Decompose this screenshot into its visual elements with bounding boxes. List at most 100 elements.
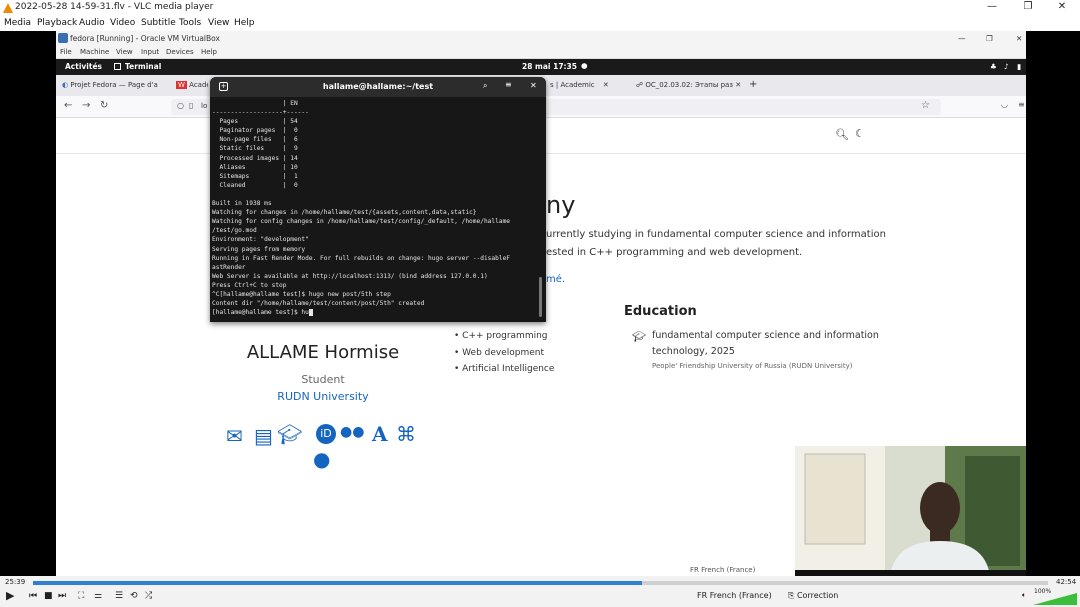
tab-close-icon[interactable]: ✕ (735, 81, 741, 89)
vbox-menu-view[interactable]: View (116, 48, 133, 56)
previous-icon[interactable]: ⏮ (29, 591, 37, 601)
virtualbox-icon (58, 33, 68, 43)
researchgate-icon[interactable]: ●● (340, 424, 364, 440)
bookmark-star-icon[interactable]: ☆ (921, 100, 930, 111)
interest-item: • Web development (454, 348, 545, 358)
hamburger-menu-icon[interactable]: ≡ (505, 80, 512, 89)
menu-view[interactable]: View (208, 18, 229, 28)
terminal-line: Static files | 9 (212, 145, 298, 153)
vbox-close-button[interactable]: ✕ (1016, 34, 1022, 43)
restore-button[interactable]: ❐ (1018, 1, 1038, 12)
education-school: People' Friendship University of Russia … (652, 362, 853, 370)
app-menu[interactable]: Terminal (125, 62, 161, 71)
virtualbox-menu-bar: File Machine View Input Devices Help (56, 46, 1026, 59)
book-icon[interactable]: ▤ (254, 424, 273, 448)
terminal-line: Watching for config changes in /home/hal… (212, 218, 511, 226)
vlc-window-title: 2022-05-28 14-59-31.flv - VLC media play… (15, 2, 214, 12)
menu-video[interactable]: Video (110, 18, 135, 28)
menu-subtitle[interactable]: Subtitle (141, 18, 176, 28)
stop-icon[interactable]: ■ (44, 591, 53, 601)
interest-item: • C++ programming (454, 331, 548, 341)
academia-icon[interactable]: A (372, 422, 388, 446)
close-button[interactable]: ✕ (1052, 1, 1072, 12)
search-icon[interactable]: ⌕ (483, 81, 487, 91)
activities-button[interactable]: Activités (65, 62, 102, 71)
tab-fedora[interactable]: ◐ Projet Fedora — Page d'a (58, 78, 168, 94)
moon-icon[interactable]: ☾ (855, 127, 865, 140)
terminal-output[interactable]: | EN -------------------+------ Pages | 5… (212, 99, 534, 321)
fullscreen-icon[interactable]: ⛶ (78, 591, 84, 601)
bio-line-2: ested in C++ programming and web develop… (546, 247, 803, 258)
menu-tools[interactable]: Tools (179, 18, 201, 28)
clock[interactable]: 28 mai 17:35 (522, 62, 577, 71)
vbox-minimize-button[interactable]: — (958, 34, 966, 43)
gnome-top-bar: Activités Terminal 28 mai 17:35 ● ♣ ♪ ▮ (56, 59, 1026, 75)
menu-icon[interactable]: ≡ (1018, 100, 1025, 109)
email-icon[interactable]: ✉ (226, 424, 243, 448)
webcam-image (795, 446, 1026, 576)
profile-organization[interactable]: RUDN University (241, 390, 405, 403)
vbox-menu-input[interactable]: Input (141, 48, 159, 56)
playlist-icon[interactable]: ☰ (115, 591, 123, 601)
back-icon[interactable]: ← (64, 100, 72, 111)
correction-indicator: ⎘ Correction (788, 591, 839, 600)
next-icon[interactable]: ⏭ (58, 591, 66, 601)
vbox-menu-devices[interactable]: Devices (166, 48, 194, 56)
terminal-line: Aliases | 10 (212, 163, 298, 171)
menu-audio[interactable]: Audio (79, 18, 105, 28)
bug-icon[interactable]: ⌘ (396, 422, 416, 446)
forward-icon[interactable]: → (82, 100, 90, 111)
education-degree-line-1: fundamental computer science and informa… (652, 330, 879, 341)
shuffle-icon[interactable]: ⤮ (145, 591, 152, 601)
volume-icon[interactable]: ♪ (1004, 62, 1009, 71)
search-icon[interactable]: 🔍︎ (835, 128, 849, 141)
loop-icon[interactable]: ⟲ (130, 591, 138, 601)
terminal-line: Environment: "development" (212, 236, 309, 244)
terminal-scrollbar[interactable] (539, 277, 542, 317)
new-tab-button[interactable]: + (748, 78, 758, 94)
menu-media[interactable]: Media (4, 18, 31, 28)
extended-settings-icon[interactable]: ⚌ (94, 591, 102, 601)
volume-slider[interactable] (1033, 593, 1077, 605)
github-icon[interactable]: ● (313, 447, 330, 471)
menu-help[interactable]: Help (234, 18, 255, 28)
terminal-window[interactable]: + hallame@hallame:~/test ⌕ ≡ ✕ | EN -----… (210, 77, 546, 322)
interest-label: Web development (462, 348, 545, 358)
menu-playback[interactable]: Playback (37, 18, 77, 28)
orcid-icon[interactable]: iD (316, 424, 336, 444)
vlc-cone-icon (3, 3, 13, 13)
tab-academic[interactable]: W Acade (172, 78, 208, 94)
tab-oc[interactable]: ☍ OC_02.03.02: Этапы раз ✕ (632, 78, 744, 94)
profile-role: Student (301, 373, 345, 386)
terminal-line: Content dir "/home/hallame/test/content/… (212, 300, 425, 308)
graduation-cap-icon[interactable]: 🎓︎ (277, 422, 302, 446)
correction-label: Correction (796, 591, 839, 600)
vbox-menu-help[interactable]: Help (201, 48, 217, 56)
tab-close-icon[interactable]: ✕ (603, 81, 609, 89)
page-lang-indicator: FR French (France) (690, 566, 756, 574)
vbox-restore-button[interactable]: ❐ (986, 34, 993, 43)
terminal-line: Running in Fast Render Mode. For full re… (212, 254, 511, 262)
reload-icon[interactable]: ↻ (100, 100, 108, 111)
pocket-icon[interactable]: ◡ (1001, 100, 1008, 109)
terminal-line: Watching for changes in /home/hallame/te… (212, 209, 477, 217)
vbox-menu-machine[interactable]: Machine (80, 48, 109, 56)
terminal-line: ^C[hallame@hallame test]$ hugo new post/… (212, 290, 391, 298)
play-icon[interactable]: ▶ (6, 589, 14, 602)
terminal-line: Paginator pages | 0 (212, 127, 298, 135)
resume-link[interactable]: mé. (546, 274, 565, 285)
academic-tab-icon: W (176, 81, 187, 89)
power-icon[interactable]: ▮ (1017, 62, 1021, 71)
tab-academic-2[interactable]: s | Academic ✕ (546, 78, 621, 94)
network-icon[interactable]: ♣ (990, 62, 997, 71)
seek-bar[interactable] (33, 581, 1048, 585)
minimize-button[interactable]: — (982, 1, 1002, 12)
vlc-controls: ▶ ⏮ ■ ⏭ ⛶ ⚌ ☰ ⟲ ⤮ FR French (France) ⎘ C… (0, 588, 1080, 607)
volume-icon[interactable]: 🔈︎ (1022, 591, 1026, 600)
interest-label: Artificial Intelligence (462, 364, 555, 374)
page-icon: ▯ (189, 101, 194, 110)
vbox-menu-file[interactable]: File (60, 48, 72, 56)
close-icon[interactable]: ✕ (530, 81, 537, 90)
notification-dot-icon: ● (581, 61, 588, 70)
tab-label: OC_02.03.02: Этапы раз (645, 81, 734, 89)
